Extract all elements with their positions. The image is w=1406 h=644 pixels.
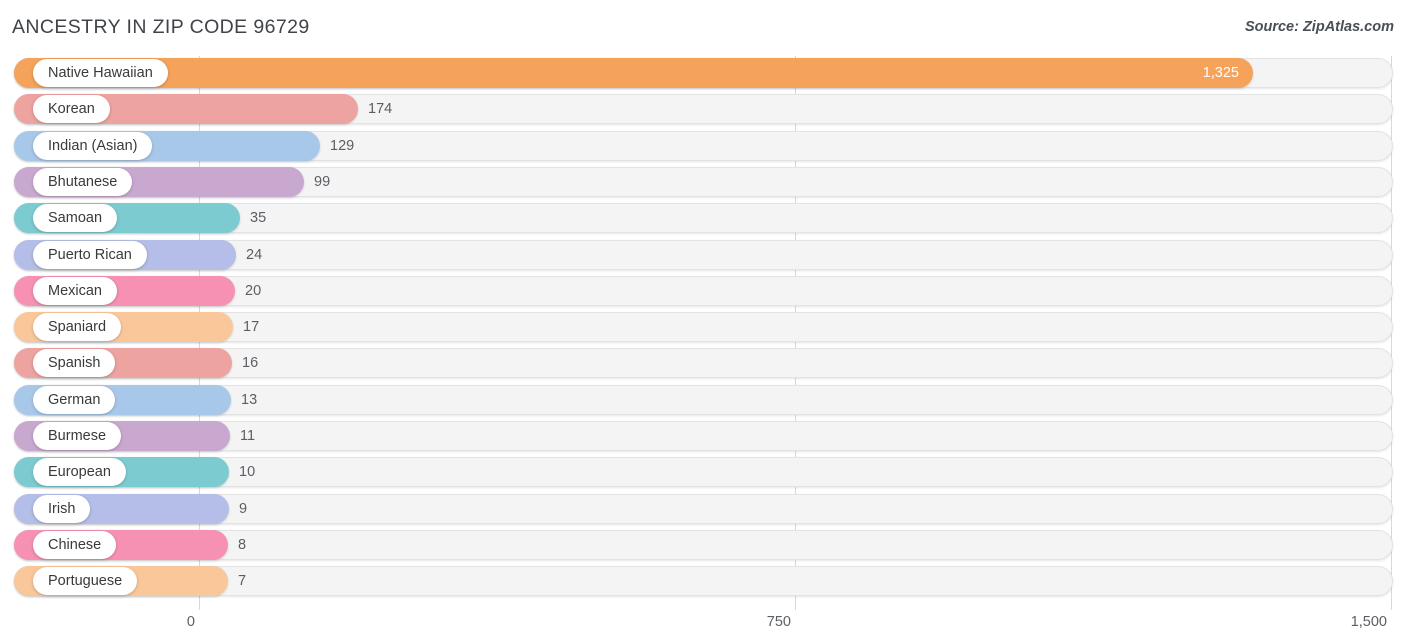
bar-value-label: 35 bbox=[250, 210, 267, 226]
chart-header: ANCESTRY IN ZIP CODE 96729 Source: ZipAt… bbox=[0, 0, 1406, 56]
bar-category-label: Portuguese bbox=[33, 567, 138, 595]
bar-chart-plot-area: Native Hawaiian 1,325 Korean 174 Indian (Asi… bbox=[0, 56, 1406, 610]
bar-row[interactable]: Korean 174 bbox=[14, 94, 1393, 124]
axis-tick-label: 750 bbox=[766, 614, 791, 630]
bar-row[interactable]: Indian (Asian) 129 bbox=[14, 131, 1393, 161]
bar-row[interactable]: Puerto Rican 24 bbox=[14, 240, 1393, 270]
bar-category-label: Bhutanese bbox=[33, 168, 133, 196]
bar-category-label: Indian (Asian) bbox=[33, 132, 153, 160]
bar-value-label: 9 bbox=[239, 501, 248, 517]
bar-category-label: Irish bbox=[33, 495, 91, 523]
bar-value-label: 13 bbox=[241, 392, 258, 408]
bar-row[interactable]: Chinese 8 bbox=[14, 530, 1393, 560]
bar-category-label: Chinese bbox=[33, 531, 117, 559]
bar-value-label: 17 bbox=[243, 319, 260, 335]
bar-value-label: 20 bbox=[245, 283, 262, 299]
bar-row[interactable]: Spaniard 17 bbox=[14, 312, 1393, 342]
bar-value-label: 16 bbox=[242, 355, 259, 371]
bar-row[interactable]: Burmese 11 bbox=[14, 421, 1393, 451]
bar-value-label: 7 bbox=[238, 573, 247, 589]
bar-category-label: Puerto Rican bbox=[33, 241, 147, 269]
bar-row[interactable]: Irish 9 bbox=[14, 494, 1393, 524]
bar-category-label: Spaniard bbox=[33, 313, 122, 341]
bar-row[interactable]: Samoan 35 bbox=[14, 203, 1393, 233]
bar-value-label: 11 bbox=[240, 428, 256, 444]
bar-category-label: German bbox=[33, 386, 116, 414]
axis-tick-label: 1,500 bbox=[1350, 614, 1387, 630]
bar-category-label: Korean bbox=[33, 95, 110, 123]
bar-value-label: 174 bbox=[368, 101, 393, 117]
bar-row[interactable]: Mexican 20 bbox=[14, 276, 1393, 306]
bar-row[interactable]: European 10 bbox=[14, 457, 1393, 487]
axis-tick-label: 0 bbox=[186, 614, 195, 630]
bar-value-label: 8 bbox=[238, 537, 247, 553]
bar-row[interactable]: Portuguese 7 bbox=[14, 566, 1393, 596]
bar-row[interactable]: Native Hawaiian 1,325 bbox=[14, 58, 1393, 88]
bar-value-label: 129 bbox=[330, 138, 355, 154]
bar-category-label: Burmese bbox=[33, 422, 122, 450]
bar-value-label: 24 bbox=[246, 247, 263, 263]
bar-row[interactable]: Bhutanese 99 bbox=[14, 167, 1393, 197]
bar-value-label: 1,325 bbox=[1202, 65, 1239, 81]
source-attribution: Source: ZipAtlas.com bbox=[1244, 19, 1394, 35]
x-axis: 0 750 1,500 bbox=[0, 610, 1406, 644]
bar-category-label: Samoan bbox=[33, 204, 118, 232]
bar-category-label: Mexican bbox=[33, 277, 117, 305]
bar-row[interactable]: German 13 bbox=[14, 385, 1393, 415]
page-title: ANCESTRY IN ZIP CODE 96729 bbox=[12, 16, 310, 38]
bar-category-label: European bbox=[33, 458, 126, 486]
bar-value-label: 99 bbox=[314, 174, 331, 190]
bar-category-label: Spanish bbox=[33, 349, 116, 377]
bar-row[interactable]: Spanish 16 bbox=[14, 348, 1393, 378]
bar-value-label: 10 bbox=[239, 464, 256, 480]
